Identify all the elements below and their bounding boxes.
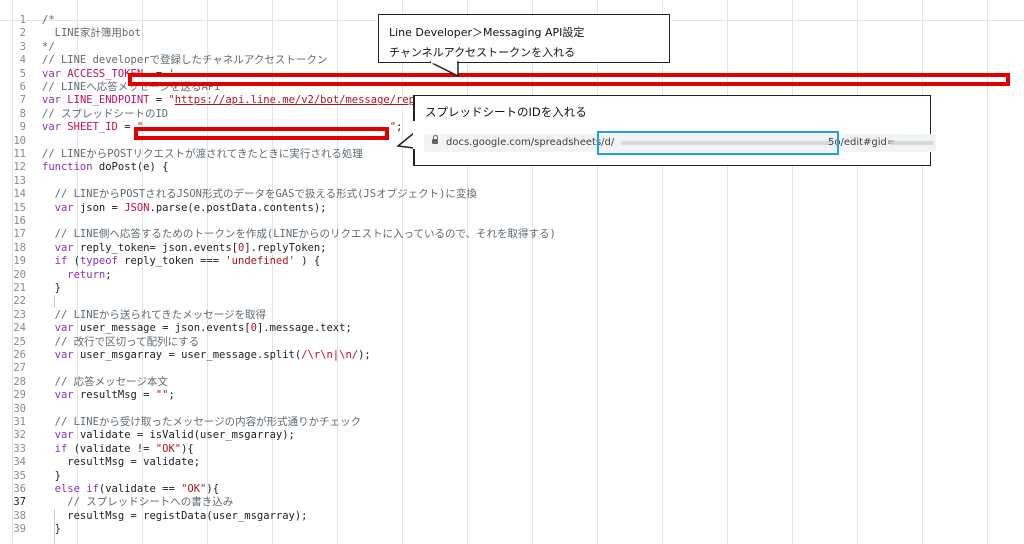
lock-icon [432,135,438,144]
callout-pointers [396,60,459,151]
access-token-callout-pointer [429,61,459,78]
callout-border [413,95,415,121]
url-prefix: docs.google.com/spreadsheets/d/ [446,137,615,148]
spreadsheet-id-highlight [597,131,839,155]
callout-line: スプレッドシートのIDを入れる [425,105,587,119]
url-redacted-gid [890,141,934,145]
callout-border [413,149,415,166]
